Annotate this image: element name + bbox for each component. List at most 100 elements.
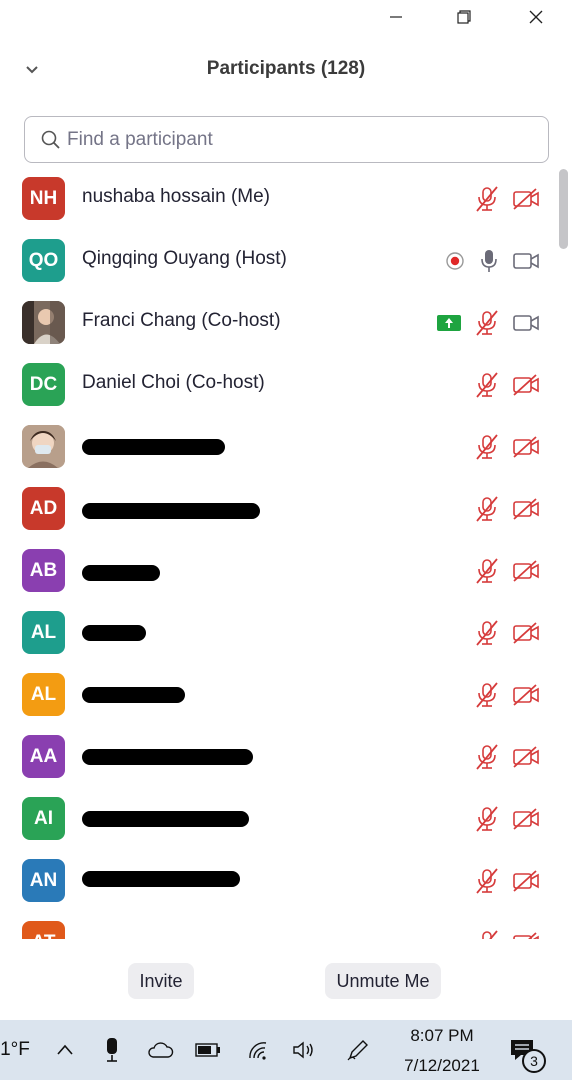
participant-row[interactable]: AT (0, 911, 556, 939)
mic-muted-icon[interactable] (474, 743, 500, 771)
taskbar-clock[interactable]: 8:07 PM 7/12/2021 (392, 1020, 492, 1080)
mic-muted-icon[interactable] (474, 433, 500, 461)
restore-icon (457, 10, 471, 24)
participant-name: nushaba hossain (Me) (82, 186, 270, 207)
avatar: AT (22, 921, 65, 939)
microphone-icon (107, 1038, 117, 1062)
temperature-text: 1°F (0, 1039, 30, 1060)
mic-on-icon[interactable] (478, 247, 500, 275)
video-off-icon[interactable] (512, 187, 540, 211)
notification-badge: 3 (522, 1049, 546, 1073)
unmute-button[interactable]: Unmute Me (325, 963, 441, 999)
participant-row[interactable]: AD (0, 477, 556, 539)
mic-muted-icon[interactable] (474, 867, 500, 895)
video-on-icon[interactable] (512, 311, 540, 335)
wifi-icon (249, 1042, 267, 1060)
mic-muted-icon[interactable] (474, 805, 500, 833)
title-bar (0, 0, 572, 36)
scrollbar-thumb[interactable] (559, 169, 568, 249)
participant-row[interactable]: Franci Chang (Co-host) (0, 291, 556, 353)
participant-row[interactable]: DC Daniel Choi (Co-host) (0, 353, 556, 415)
video-on-icon[interactable] (512, 249, 540, 273)
search-icon (41, 130, 60, 149)
video-off-icon[interactable] (512, 807, 540, 831)
participant-row[interactable]: AL (0, 663, 556, 725)
participant-list: NH nushaba hossain (Me) QO Qingqing Ouya… (0, 167, 556, 939)
avatar: AL (22, 611, 65, 654)
participant-row[interactable]: AI (0, 787, 556, 849)
show-hidden-icons-button[interactable] (50, 1020, 80, 1080)
recording-icon (444, 250, 466, 272)
mic-muted-icon[interactable] (474, 495, 500, 523)
share-screen-icon (436, 314, 462, 332)
profile-photo-icon (22, 425, 65, 468)
video-off-icon[interactable] (512, 869, 540, 893)
avatar: AL (22, 673, 65, 716)
video-off-icon[interactable] (512, 435, 540, 459)
microphone-tray-button[interactable] (98, 1020, 126, 1080)
clock-date: 7/12/2021 (404, 1056, 480, 1075)
close-icon (529, 10, 543, 24)
mic-muted-icon[interactable] (474, 185, 500, 213)
participant-row[interactable]: AB (0, 539, 556, 601)
page-title: Participants (128) (206, 58, 366, 79)
participant-row[interactable]: AL (0, 601, 556, 663)
scrollbar-track[interactable] (559, 249, 568, 939)
redacted-name (82, 625, 146, 641)
onedrive-tray-button[interactable] (144, 1020, 176, 1080)
invite-button[interactable]: Invite (128, 963, 194, 999)
video-off-icon[interactable] (512, 621, 540, 645)
avatar: NH (22, 177, 65, 220)
pen-tray-button[interactable] (342, 1020, 374, 1080)
video-off-icon[interactable] (512, 683, 540, 707)
volume-tray-button[interactable] (288, 1020, 320, 1080)
participant-row[interactable]: NH nushaba hossain (Me) (0, 167, 556, 229)
search-input[interactable] (67, 125, 527, 155)
video-off-icon[interactable] (512, 373, 540, 397)
mic-muted-icon[interactable] (474, 681, 500, 709)
cloud-icon (148, 1042, 174, 1058)
avatar: AN (22, 859, 65, 902)
minimize-icon (390, 16, 402, 18)
participant-row[interactable]: QO Qingqing Ouyang (Host) (0, 229, 556, 291)
volume-icon (293, 1041, 313, 1059)
wifi-tray-button[interactable] (242, 1020, 274, 1080)
mic-muted-icon[interactable] (474, 929, 500, 939)
participant-name: Qingqing Ouyang (Host) (82, 248, 287, 269)
chevron-up-icon (57, 1044, 73, 1055)
mic-muted-icon[interactable] (474, 619, 500, 647)
redacted-name (82, 811, 249, 827)
panel-footer: Invite Unmute Me (0, 963, 572, 1003)
video-off-icon[interactable] (512, 497, 540, 521)
participant-name: Franci Chang (Co-host) (82, 310, 281, 331)
minimize-button[interactable] (372, 0, 420, 34)
weather-widget[interactable]: 1°F (0, 1020, 30, 1080)
avatar: DC (22, 363, 65, 406)
avatar: AD (22, 487, 65, 530)
panel-header: Participants (128) (0, 48, 572, 92)
participant-row[interactable]: AA (0, 725, 556, 787)
redacted-name (82, 565, 160, 581)
mic-muted-icon[interactable] (474, 557, 500, 585)
participant-row[interactable] (0, 415, 556, 477)
battery-icon (195, 1043, 220, 1057)
profile-photo-icon (22, 301, 65, 344)
redacted-name (82, 871, 240, 887)
avatar: AI (22, 797, 65, 840)
battery-tray-button[interactable] (192, 1020, 224, 1080)
mic-muted-icon[interactable] (474, 309, 500, 337)
mic-muted-icon[interactable] (474, 371, 500, 399)
redacted-name (82, 439, 225, 455)
search-box[interactable] (24, 116, 549, 163)
video-off-icon[interactable] (512, 745, 540, 769)
avatar: AB (22, 549, 65, 592)
redacted-name (82, 687, 185, 703)
scrollbar[interactable] (556, 167, 572, 939)
avatar: AA (22, 735, 65, 778)
restore-button[interactable] (440, 0, 488, 34)
participant-row[interactable]: AN (0, 849, 556, 911)
close-button[interactable] (512, 0, 560, 34)
avatar (22, 301, 65, 344)
video-off-icon[interactable] (512, 559, 540, 583)
video-off-icon[interactable] (512, 931, 540, 939)
